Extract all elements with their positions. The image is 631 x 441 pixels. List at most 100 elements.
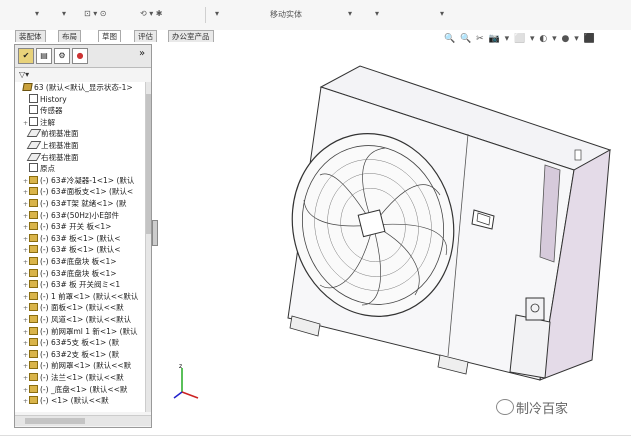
toolbar-item-0[interactable]: ▾ [35,9,39,18]
tab-layout[interactable]: 布局 [58,30,81,42]
toolbar-item-7[interactable]: ▾ [375,9,379,18]
sensor-icon [29,105,38,115]
tree-node[interactable]: History [23,93,67,106]
part-icon [29,199,38,207]
tree-node[interactable]: + (-) 63# 板 开关阀ミ<1 [23,279,120,291]
wechat-icon [496,399,514,415]
tab-assembly[interactable]: 装配体 [15,30,46,42]
part-icon [29,210,38,219]
tree-node[interactable]: + (-) 63#底盘块 板<1> [23,256,117,268]
toolbar-item-1[interactable]: ▾ [62,9,66,18]
tree-node[interactable]: 原点 [23,163,55,175]
part-icon [29,361,38,370]
panel-splitter-handle[interactable] [152,220,158,246]
display-manager-tab-icon[interactable]: ● [72,48,88,64]
tree-node-label: (-) 63# 开关 板<1> [40,222,112,232]
part-icon [29,268,38,277]
tree-node-label: (-) 面板<1> (默认<<默 [40,303,124,313]
plane-icon [26,152,42,161]
tree-node[interactable]: + (-) 63#冷凝器-1<1> (默认 [23,175,134,187]
toolbar-item-4[interactable]: ▾ [215,9,219,18]
feature-tree-tab-icon[interactable]: ✔ [18,48,34,64]
part-icon [29,245,38,254]
tree-horizontal-scrollbar[interactable] [15,415,151,426]
tree-node-label: (-) 前网罩ml 1 新<1> (默认 [40,326,138,336]
tree-node-label: (-) 63#(50Hz)小E部件 [40,210,119,220]
tree-node-label: (-) _底盘<1> (默认<<默 [40,384,128,394]
tree-node-label: (-) 63#T架 就绪<1> (默 [40,199,127,208]
view-orientation-icon[interactable]: ⊡ ▾ ⊙ [84,9,107,18]
tree-node-label: History [40,94,67,104]
tree-node[interactable]: + (-) 63#T架 就绪<1> (默 [23,198,126,210]
part-icon [29,326,38,335]
tree-node[interactable]: 右视基准面 [23,152,79,164]
tree-node[interactable]: + (-) 63# 开关 板<1> [23,221,111,233]
tree-node[interactable]: + (-) <1> (默认<<默 [23,395,109,407]
tree-node-label: 上视基准面 [41,141,79,150]
feature-manager-panel: ✔ ▤ ⚙ ● » ▽▾ 63 (默认<默认_显示状态-1> History 传感器… [14,44,152,428]
tree-node[interactable]: + (-) 63#底盘块 板<1> [23,268,117,280]
tree-node-label: 传感器 [40,106,63,116]
plane-icon [26,141,42,149]
part-icon [29,384,38,393]
part-icon [29,222,38,231]
part-icon [29,233,38,242]
tree-node[interactable]: + (-) 风道<1> (默认<<默认 [23,314,131,326]
tree-node-label: 注解 [40,117,55,127]
origin-icon [29,163,38,173]
tree-node[interactable]: + (-) 63#5支 板<1> (默 [23,337,119,349]
view-toolbar[interactable]: 🔍 🔍 ✂ 📷 ▾ ⬜ ▾ ◐ ▾ ● ▾ ⬛ [444,34,596,44]
configuration-manager-tab-icon[interactable]: ⚙ [54,48,70,64]
tree-node[interactable]: 上视基准面 [23,140,79,152]
tree-node[interactable]: + (-) 1 前罩<1> (默认<<默认 [23,291,138,303]
graphics-viewport[interactable] [160,44,631,434]
tree-node[interactable]: + (-) 面板<1> (默认<<默 [23,302,124,314]
scrollbar-thumb[interactable] [146,94,151,234]
tree-node[interactable]: + (-) 前网罩ml 1 新<1> (默认 [23,326,138,338]
move-component-button[interactable]: 移动实体 [270,9,302,20]
tree-node[interactable]: 传感器 [23,105,63,117]
tree-node-label: 前视基准面 [41,129,79,139]
tree-node[interactable]: 前视基准面 [23,128,79,140]
plane-icon [26,129,42,138]
panel-expand-icon[interactable]: » [139,48,145,59]
tree-node[interactable]: + (-) 63#面板支<1> (默认< [23,186,133,198]
tree-node-label: (-) 前网罩<1> (默认<<默 [40,361,132,371]
tree-node[interactable]: + (-) 63# 板<1> (默认< [23,233,121,245]
tree-node-label: (-) 63#底盘块 板<1> [40,257,117,266]
tree-node[interactable]: + 注解 [23,116,55,129]
tab-office-products[interactable]: 办公室产品 [168,30,214,42]
tree-vertical-scrollbar[interactable] [145,82,151,412]
property-manager-tab-icon[interactable]: ▤ [36,48,52,64]
tree-node[interactable]: 63 (默认<默认_显示状态-1> [17,82,133,94]
rotate-icon[interactable]: ⟲ ▾ ✱ [140,9,163,18]
part-icon [29,396,38,405]
part-icon [29,257,38,265]
tree-node[interactable]: + (-) 法兰<1> (默认<<默 [23,372,124,384]
toolbar-item-6[interactable]: ▾ [348,9,352,18]
tab-evaluate[interactable]: 评估 [134,30,157,42]
tree-node[interactable]: + (-) 63# 板<1> (默认< [23,244,121,256]
watermark: 制冷百家 [496,398,569,417]
horizontal-scrollbar-thumb[interactable] [25,418,85,424]
tree-node-label: 原点 [40,164,55,174]
tree-node-label: (-) 63#5支 板<1> (默 [40,338,120,348]
tree-node-label: 右视基准面 [41,152,79,162]
tree-node[interactable]: + (-) 63#(50Hz)小E部件 [23,210,119,222]
tree-node[interactable]: + (-) _底盘<1> (默认<<默 [23,384,127,396]
tree-node-label: (-) <1> (默认<<默 [40,396,109,406]
toolbar-item-8[interactable]: ▾ [440,9,444,18]
tree-node[interactable]: + (-) 63#2支 板<1> (默 [23,349,119,361]
tree-node-label: (-) 63#冷凝器-1<1> (默认 [40,175,135,185]
panel-toolbar: ✔ ▤ ⚙ ● » [15,45,151,68]
filter-icon[interactable]: ▽▾ [19,70,29,79]
tree-node-label: (-) 63# 板 开关阀ミ<1 [40,280,121,290]
tab-sketch[interactable]: 草图 [98,30,121,42]
tree-node[interactable]: + (-) 前网罩<1> (默认<<默 [23,360,131,372]
part-icon [29,303,38,312]
toolbar-divider [205,7,206,23]
tree-node-label: (-) 1 前罩<1> (默认<<默认 [40,291,139,301]
tree-node-label: (-) 63# 板<1> (默认< [40,233,121,243]
coordinate-triad-icon: z [173,363,199,399]
watermark-label: 制冷百家 [516,402,569,417]
